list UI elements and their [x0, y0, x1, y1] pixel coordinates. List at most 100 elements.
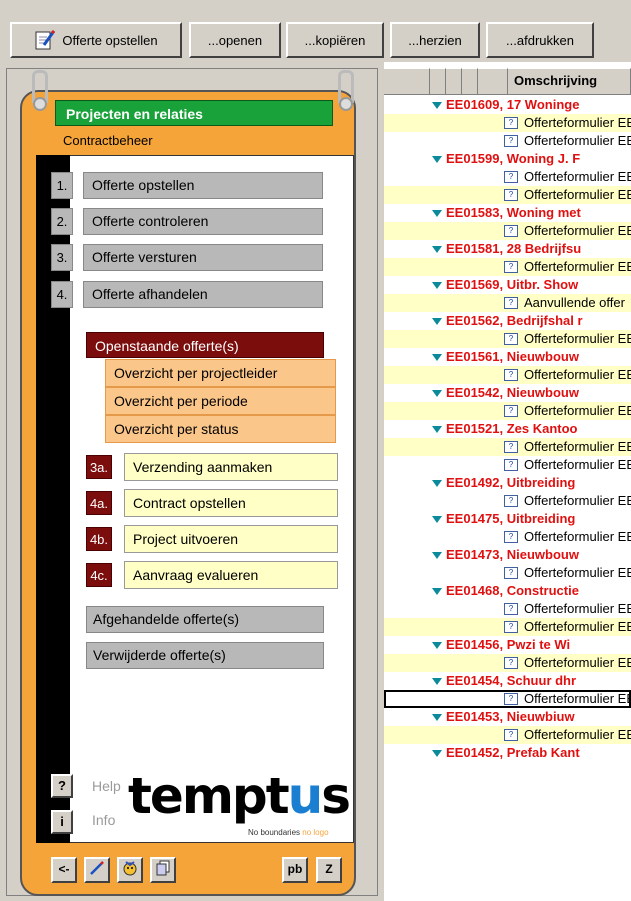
step-label[interactable]: Offerte versturen — [83, 244, 323, 271]
step-offerte-opstellen[interactable]: 1. Offerte opstellen — [51, 172, 323, 199]
document-row[interactable]: ? Offerteformulier EE — [384, 366, 631, 384]
expand-triangle-icon[interactable] — [432, 156, 442, 163]
document-row[interactable]: ? Offerteformulier EE — [384, 690, 631, 708]
expand-triangle-icon[interactable] — [432, 678, 442, 685]
project-row[interactable]: EE01521, Zes Kantoo — [384, 420, 631, 438]
action-label[interactable]: Project uitvoeren — [124, 525, 338, 553]
grid-header-col-2[interactable] — [446, 68, 462, 94]
step-number[interactable]: 1. — [51, 172, 73, 199]
expand-triangle-icon[interactable] — [432, 516, 442, 523]
expand-triangle-icon[interactable] — [432, 588, 442, 595]
document-row[interactable]: ? Offerteformulier EE — [384, 654, 631, 672]
action-aanvraag-evalueren[interactable]: 4c. Aanvraag evalueren — [86, 561, 338, 589]
document-row[interactable]: ? Offerteformulier EE — [384, 438, 631, 456]
document-row[interactable]: ? Offerteformulier EE — [384, 330, 631, 348]
project-row[interactable]: EE01452, Prefab Kant — [384, 744, 631, 762]
back-button[interactable]: <- — [51, 857, 77, 883]
project-row[interactable]: EE01542, Nieuwbouw — [384, 384, 631, 402]
project-row[interactable]: EE01561, Nieuwbouw — [384, 348, 631, 366]
grid-header-blank[interactable] — [384, 68, 430, 94]
project-row[interactable]: EE01581, 28 Bedrijfsu — [384, 240, 631, 258]
document-row[interactable]: ? Offerteformulier EE — [384, 132, 631, 150]
project-row[interactable]: EE01492, Uitbreiding — [384, 474, 631, 492]
document-row[interactable]: ? Offerteformulier EE — [384, 258, 631, 276]
step-offerte-versturen[interactable]: 3. Offerte versturen — [51, 244, 323, 271]
project-row[interactable]: EE01599, Woning J. F — [384, 150, 631, 168]
project-row[interactable]: EE01583, Woning met — [384, 204, 631, 222]
project-row[interactable]: EE01609, 17 Woninge — [384, 96, 631, 114]
step-offerte-controleren[interactable]: 2. Offerte controleren — [51, 208, 323, 235]
expand-triangle-icon[interactable] — [432, 354, 442, 361]
step-label[interactable]: Offerte opstellen — [83, 172, 323, 199]
documents-button[interactable] — [150, 857, 176, 883]
pb-button[interactable]: pb — [282, 857, 308, 883]
document-row[interactable]: ? Offerteformulier EE — [384, 618, 631, 636]
document-row[interactable]: ? Offerteformulier EE — [384, 222, 631, 240]
info-label[interactable]: Info — [92, 812, 115, 828]
project-row[interactable]: EE01453, Nieuwbiuw — [384, 708, 631, 726]
document-row[interactable]: ? Offerteformulier EE — [384, 402, 631, 420]
herzien-button[interactable]: ...herzien — [390, 22, 480, 58]
document-row[interactable]: ? Offerteformulier EE — [384, 600, 631, 618]
info-button[interactable]: i — [51, 810, 73, 834]
grid-header-col-1[interactable] — [430, 68, 446, 94]
action-verzending-aanmaken[interactable]: 3a. Verzending aanmaken — [86, 453, 338, 481]
document-row[interactable]: ? Offerteformulier EE — [384, 564, 631, 582]
afgehandelde-offertes-item[interactable]: Afgehandelde offerte(s) — [86, 606, 324, 633]
offerte-opstellen-button[interactable]: Offerte opstellen — [10, 22, 182, 58]
project-row[interactable]: EE01473, Nieuwbouw — [384, 546, 631, 564]
action-number[interactable]: 4b. — [86, 527, 112, 551]
overview-projectleider[interactable]: Overzicht per projectleider — [105, 359, 336, 387]
action-label[interactable]: Contract opstellen — [124, 489, 338, 517]
action-number[interactable]: 4c. — [86, 563, 112, 587]
openstaande-offertes-item[interactable]: Openstaande offerte(s) — [86, 332, 324, 358]
document-row[interactable]: ? Offerteformulier EE — [384, 456, 631, 474]
expand-triangle-icon[interactable] — [432, 552, 442, 559]
project-row[interactable]: EE01468, Constructie — [384, 582, 631, 600]
expand-triangle-icon[interactable] — [432, 390, 442, 397]
document-row[interactable]: ? Offerteformulier EE — [384, 168, 631, 186]
help-button[interactable]: ? — [51, 774, 73, 798]
overview-status[interactable]: Overzicht per status — [105, 415, 336, 443]
grid-header-col-4[interactable] — [478, 68, 508, 94]
step-label[interactable]: Offerte afhandelen — [83, 281, 323, 308]
relation-button[interactable] — [117, 857, 143, 883]
expand-triangle-icon[interactable] — [432, 750, 442, 757]
expand-triangle-icon[interactable] — [432, 246, 442, 253]
kopieren-button[interactable]: ...kopiëren — [286, 22, 384, 58]
action-label[interactable]: Aanvraag evalueren — [124, 561, 338, 589]
action-contract-opstellen[interactable]: 4a. Contract opstellen — [86, 489, 338, 517]
expand-triangle-icon[interactable] — [432, 210, 442, 217]
document-row[interactable]: ? Offerteformulier EE — [384, 114, 631, 132]
document-row[interactable]: ? Offerteformulier EE — [384, 726, 631, 744]
z-button[interactable]: Z — [316, 857, 342, 883]
project-row[interactable]: EE01454, Schuur dhr — [384, 672, 631, 690]
expand-triangle-icon[interactable] — [432, 318, 442, 325]
overview-periode[interactable]: Overzicht per periode — [105, 387, 336, 415]
action-number[interactable]: 4a. — [86, 491, 112, 515]
document-row[interactable]: ? Offerteformulier EE — [384, 186, 631, 204]
step-offerte-afhandelen[interactable]: 4. Offerte afhandelen — [51, 281, 323, 308]
afdrukken-button[interactable]: ...afdrukken — [486, 22, 594, 58]
action-project-uitvoeren[interactable]: 4b. Project uitvoeren — [86, 525, 338, 553]
project-row[interactable]: EE01475, Uitbreiding — [384, 510, 631, 528]
expand-triangle-icon[interactable] — [432, 714, 442, 721]
action-label[interactable]: Verzending aanmaken — [124, 453, 338, 481]
pen-button[interactable] — [84, 857, 110, 883]
project-row[interactable]: EE01562, Bedrijfshal r — [384, 312, 631, 330]
verwijderde-offertes-item[interactable]: Verwijderde offerte(s) — [86, 642, 324, 669]
document-row[interactable]: ? Offerteformulier EE — [384, 492, 631, 510]
project-row[interactable]: EE01456, Pwzi te Wi — [384, 636, 631, 654]
projecten-relaties-header[interactable]: Projecten en relaties — [55, 100, 333, 126]
action-number[interactable]: 3a. — [86, 455, 112, 479]
step-label[interactable]: Offerte controleren — [83, 208, 323, 235]
expand-triangle-icon[interactable] — [432, 282, 442, 289]
step-number[interactable]: 2. — [51, 208, 73, 235]
grid-header-omschrijving[interactable]: Omschrijving — [508, 68, 631, 94]
expand-triangle-icon[interactable] — [432, 642, 442, 649]
openen-button[interactable]: ...openen — [189, 22, 281, 58]
expand-triangle-icon[interactable] — [432, 480, 442, 487]
document-row[interactable]: ? Offerteformulier EE — [384, 528, 631, 546]
project-row[interactable]: EE01569, Uitbr. Show — [384, 276, 631, 294]
expand-triangle-icon[interactable] — [432, 102, 442, 109]
